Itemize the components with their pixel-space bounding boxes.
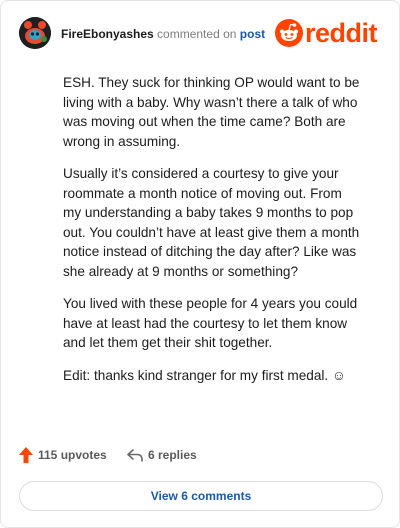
snoo-avatar-icon — [19, 17, 51, 49]
view-comments-button[interactable]: View 6 comments — [19, 481, 383, 511]
upvote-button[interactable]: 115 upvotes — [19, 445, 107, 465]
comment-paragraph: ESH. They suck for thinking OP would wan… — [63, 75, 360, 149]
byline: FireEbonyashes commented on post — [61, 27, 265, 41]
comment-paragraph: Usually it’s considered a courtesy to gi… — [63, 166, 360, 279]
reddit-wordmark: reddit — [305, 18, 378, 48]
reply-count: 6 replies — [148, 448, 197, 462]
upvote-arrow-icon — [19, 447, 33, 463]
comment-body: ESH. They suck for thinking OP would wan… — [63, 73, 363, 398]
reply-arrow-icon — [127, 449, 143, 462]
reddit-logo[interactable]: reddit — [275, 18, 385, 49]
comment-paragraph: Edit: thanks kind stranger for my first … — [63, 367, 346, 383]
comment-paragraph: You lived with these people for 4 years … — [63, 296, 358, 350]
reply-button[interactable]: 6 replies — [127, 445, 197, 465]
reddit-alien-icon — [275, 19, 303, 47]
comment-card: FireEbonyashes commented on post reddit … — [0, 0, 400, 528]
action-text: commented on — [157, 27, 237, 41]
comment-header: FireEbonyashes commented on post reddit — [19, 15, 385, 53]
comment-footer: 115 upvotes 6 replies — [19, 445, 383, 465]
username-link[interactable]: FireEbonyashes — [61, 27, 154, 41]
upvote-count: 115 upvotes — [38, 448, 107, 462]
user-avatar[interactable] — [19, 17, 51, 49]
post-link[interactable]: post — [240, 27, 265, 41]
